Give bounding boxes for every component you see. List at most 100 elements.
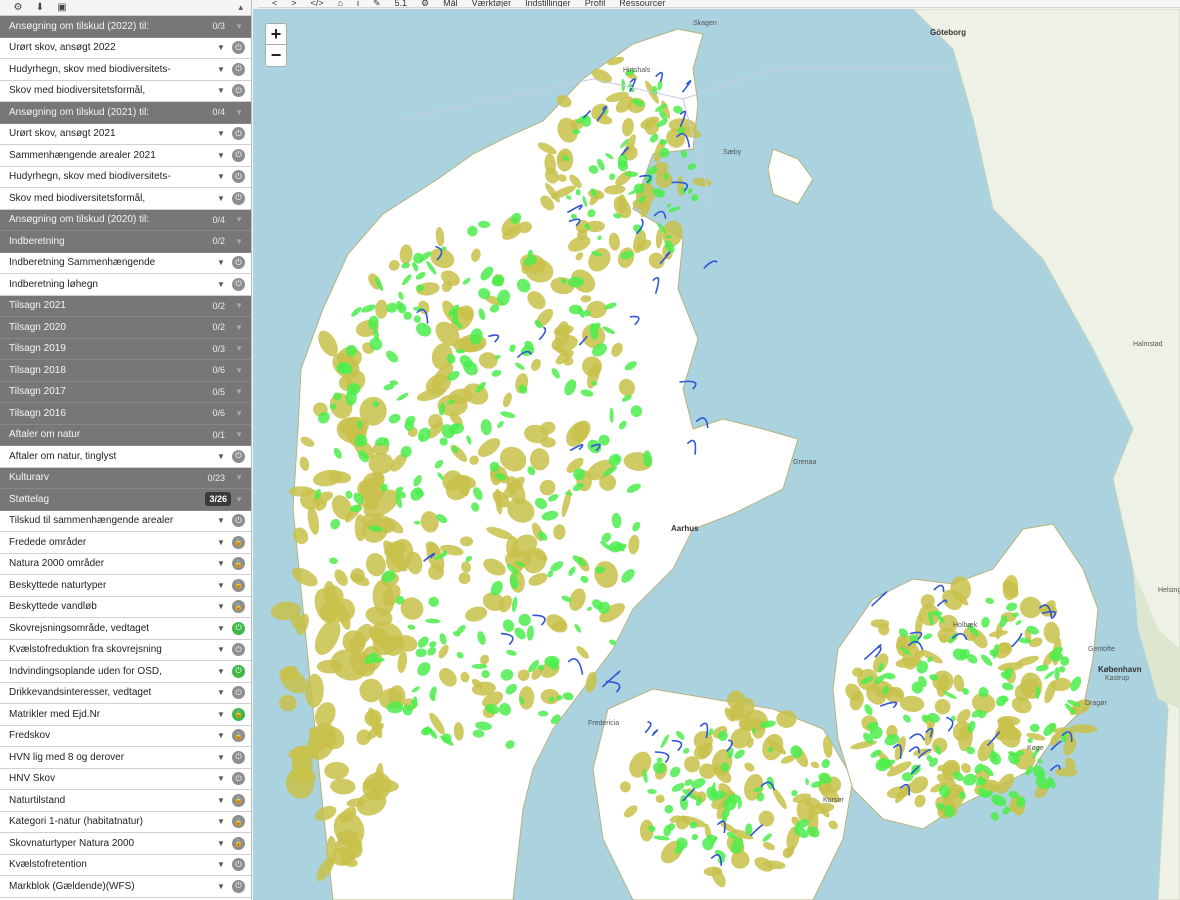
- chevron-down-icon[interactable]: ▼: [235, 495, 243, 504]
- layer-item[interactable]: Hudyrhegn, skov med biodiversitets- ▼ ⏻: [0, 166, 251, 188]
- zoom-out-button[interactable]: −: [265, 45, 287, 67]
- chevron-down-icon[interactable]: ▼: [214, 753, 228, 762]
- layer-group[interactable]: Tilsagn 2019 0/3 ▼: [0, 338, 251, 360]
- layer-item[interactable]: Kvælstofretention ▼ ⏻: [0, 854, 251, 876]
- lock-icon[interactable]: 🔒: [232, 600, 245, 614]
- collapse-sidebar-icon[interactable]: ▴: [238, 2, 243, 13]
- power-icon[interactable]: ⏻: [232, 449, 245, 463]
- chevron-down-icon[interactable]: ▼: [214, 516, 228, 525]
- layer-item[interactable]: Aftaler om natur, tinglyst ▼ ⏻: [0, 446, 251, 468]
- toolbar-item[interactable]: </>: [311, 0, 324, 7]
- chevron-down-icon[interactable]: ▼: [214, 559, 228, 568]
- chevron-down-icon[interactable]: ▼: [214, 645, 228, 654]
- toolbar-item[interactable]: ⌂: [338, 0, 343, 7]
- layer-item[interactable]: HNV Skov ▼ ⏻: [0, 768, 251, 790]
- lock-icon[interactable]: 🔒: [232, 578, 245, 592]
- layer-group[interactable]: Støttelag 3/26 ▼: [0, 489, 251, 511]
- toolbar-item[interactable]: ✎: [373, 0, 381, 7]
- chevron-down-icon[interactable]: ▼: [214, 839, 228, 848]
- chevron-down-icon[interactable]: ▼: [214, 710, 228, 719]
- chevron-down-icon[interactable]: ▼: [235, 409, 243, 418]
- chevron-down-icon[interactable]: ▼: [214, 194, 228, 203]
- layer-group[interactable]: Kulturarv 0/23 ▼: [0, 467, 251, 489]
- layer-item[interactable]: HVN lig med 8 og derover ▼ ⏻: [0, 747, 251, 769]
- power-icon[interactable]: ⏻: [232, 277, 245, 291]
- toolbar-item[interactable]: ⚙: [421, 0, 429, 7]
- chevron-down-icon[interactable]: ▼: [235, 430, 243, 439]
- power-icon[interactable]: ⏻: [232, 772, 245, 786]
- layer-item[interactable]: Urørt skov, ansøgt 2022 ▼ ⏻: [0, 37, 251, 59]
- lock-icon[interactable]: 🔒: [232, 729, 245, 743]
- chevron-down-icon[interactable]: ▼: [235, 108, 243, 117]
- layer-item[interactable]: Indberetning løhegn ▼ ⏻: [0, 274, 251, 296]
- power-icon[interactable]: ⏻: [232, 858, 245, 872]
- layer-item[interactable]: Natura 2000 områder ▼ 🔒: [0, 553, 251, 575]
- layer-group[interactable]: Aftaler om natur 0/1 ▼: [0, 424, 251, 446]
- chevron-down-icon[interactable]: ▼: [235, 366, 243, 375]
- layer-item[interactable]: Skov med biodiversitetsformål, ▼ ⏻: [0, 188, 251, 210]
- chevron-down-icon[interactable]: ▼: [214, 581, 228, 590]
- chevron-down-icon[interactable]: ▼: [235, 387, 243, 396]
- layer-item[interactable]: Tilskud til sammenhængende arealer ▼ ⏻: [0, 510, 251, 532]
- toolbar-item[interactable]: <: [272, 0, 277, 7]
- power-icon[interactable]: ⏻: [232, 170, 245, 184]
- layer-item[interactable]: Indvindingsoplande uden for OSD, ▼ ⏻: [0, 661, 251, 683]
- chevron-down-icon[interactable]: ▼: [235, 215, 243, 224]
- layer-item[interactable]: Skovrejsningsområde, vedtaget ▼ ⏻: [0, 618, 251, 640]
- chevron-down-icon[interactable]: ▼: [214, 602, 228, 611]
- power-icon[interactable]: ⏻: [232, 127, 245, 141]
- layer-item[interactable]: Kategori 1-natur (habitatnatur) ▼ 🔒: [0, 811, 251, 833]
- layer-item[interactable]: Naturtilstand ▼ 🔒: [0, 790, 251, 812]
- chevron-down-icon[interactable]: ▼: [214, 172, 228, 181]
- chevron-down-icon[interactable]: ▼: [214, 817, 228, 826]
- chevron-down-icon[interactable]: ▼: [214, 86, 228, 95]
- power-icon[interactable]: ⏻: [232, 686, 245, 700]
- layer-item[interactable]: Hudyrhegn, skov med biodiversitets- ▼ ⏻: [0, 59, 251, 81]
- layer-item[interactable]: Beskyttede vandløb ▼ 🔒: [0, 596, 251, 618]
- chevron-down-icon[interactable]: ▼: [235, 344, 243, 353]
- lock-icon[interactable]: 🔒: [232, 707, 245, 721]
- gear-icon[interactable]: ⚙: [12, 2, 24, 14]
- lock-icon[interactable]: 🔒: [232, 836, 245, 850]
- map-view[interactable]: + − Göteborg Skagen Aarhus København Helsing…: [253, 9, 1180, 900]
- toolbar-item[interactable]: >: [291, 0, 296, 7]
- chevron-down-icon[interactable]: ▼: [235, 237, 243, 246]
- chevron-down-icon[interactable]: ▼: [235, 323, 243, 332]
- layer-item[interactable]: Skovnaturtyper Natura 2000 ▼ 🔒: [0, 833, 251, 855]
- layer-group[interactable]: Tilsagn 2020 0/2 ▼: [0, 317, 251, 339]
- chevron-down-icon[interactable]: ▼: [235, 22, 243, 31]
- lock-icon[interactable]: 🔒: [232, 815, 245, 829]
- chevron-down-icon[interactable]: ▼: [214, 624, 228, 633]
- power-icon[interactable]: ⏻: [232, 256, 245, 270]
- chevron-down-icon[interactable]: ▼: [214, 774, 228, 783]
- power-icon[interactable]: ⏻: [232, 84, 245, 98]
- toolbar-item[interactable]: Mål: [443, 0, 458, 7]
- layer-item[interactable]: Skov med biodiversitetsformål, ▼ ⏻: [0, 80, 251, 102]
- map-canvas[interactable]: [253, 9, 1180, 900]
- layer-item[interactable]: Indberetning Sammenhængende ▼ ⏻: [0, 252, 251, 274]
- layer-group[interactable]: Tilsagn 2021 0/2 ▼: [0, 295, 251, 317]
- layer-group[interactable]: Tilsagn 2016 0/6 ▼: [0, 403, 251, 425]
- power-icon[interactable]: ⏻: [232, 621, 245, 635]
- chevron-down-icon[interactable]: ▼: [214, 667, 228, 676]
- layer-group[interactable]: Indberetning 0/2 ▼: [0, 231, 251, 253]
- chevron-down-icon[interactable]: ▼: [214, 796, 228, 805]
- toolbar-item[interactable]: Ressourcer: [619, 0, 665, 7]
- toolbar-item[interactable]: Værktøjer: [472, 0, 512, 7]
- power-icon[interactable]: ⏻: [232, 41, 245, 55]
- chevron-down-icon[interactable]: ▼: [214, 258, 228, 267]
- layer-item[interactable]: Markblok (Gældende)(WFS) ▼ ⏻: [0, 876, 251, 898]
- save-icon[interactable]: ▣: [56, 2, 68, 14]
- chevron-down-icon[interactable]: ▼: [235, 473, 243, 482]
- chevron-down-icon[interactable]: ▼: [214, 538, 228, 547]
- toolbar-item[interactable]: 5.1: [395, 0, 408, 7]
- layer-item[interactable]: Fredskov ▼ 🔒: [0, 725, 251, 747]
- layer-group[interactable]: Ansøgning om tilskud (2020) til: 0/4 ▼: [0, 209, 251, 231]
- power-icon[interactable]: ⏻: [232, 664, 245, 678]
- toolbar-item[interactable]: Indstillinger: [525, 0, 571, 7]
- chevron-down-icon[interactable]: ▼: [214, 882, 228, 891]
- power-icon[interactable]: ⏻: [232, 191, 245, 205]
- toolbar-item[interactable]: Profil: [585, 0, 606, 7]
- chevron-down-icon[interactable]: ▼: [214, 452, 228, 461]
- chevron-down-icon[interactable]: ▼: [214, 151, 228, 160]
